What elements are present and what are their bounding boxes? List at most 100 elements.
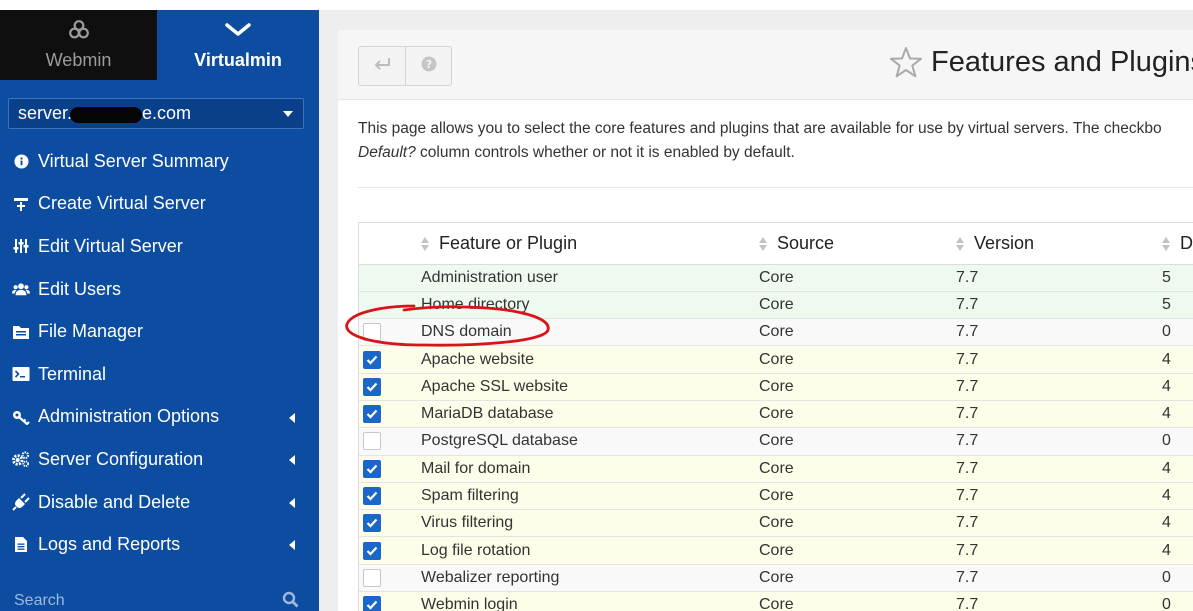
feature-name-cell: Mail for domain <box>421 455 759 483</box>
default-cell: 4 <box>1162 373 1193 401</box>
enable-checkbox[interactable] <box>363 487 381 506</box>
users-icon <box>12 280 30 298</box>
chevron-left-icon <box>289 540 295 551</box>
column-header-label: Source <box>777 232 835 253</box>
version-cell: 7.7 <box>956 264 1162 292</box>
sidebar-item-server-configuration[interactable]: Server Configuration <box>0 438 319 481</box>
table-row: Spam filtering Core 7.7 4 <box>359 482 1193 511</box>
help-button[interactable]: ? <box>405 47 451 85</box>
checkmark-icon <box>366 519 378 528</box>
top-strip <box>0 0 1193 10</box>
domain-select-suffix: e.com <box>142 103 192 123</box>
description-line-1: This page allows you to select the core … <box>358 120 1162 137</box>
sidebar-item-edit-virtual-server[interactable]: Edit Virtual Server <box>0 225 319 268</box>
column-header-label: Feature or Plugin <box>439 232 578 253</box>
table-row: Webalizer reporting Core 7.7 0 <box>359 564 1193 593</box>
search-placeholder: Search <box>14 591 65 609</box>
column-header-default[interactable]: D <box>1162 223 1193 265</box>
webmin-tab-label: Webmin <box>45 50 112 70</box>
sidebar-item-label: Virtual Server Summary <box>38 150 229 171</box>
enable-checkbox[interactable] <box>363 514 381 533</box>
sidebar-item-terminal[interactable]: Terminal <box>0 353 319 396</box>
back-button[interactable] <box>359 47 405 85</box>
checkbox-cell <box>359 536 421 565</box>
enable-checkbox[interactable] <box>363 377 381 396</box>
enable-checkbox[interactable] <box>363 568 381 587</box>
enable-checkbox[interactable] <box>363 596 381 611</box>
sidebar-item-label: Edit Virtual Server <box>38 235 183 256</box>
sidebar-search[interactable]: Search <box>0 586 319 611</box>
checkmark-icon <box>366 355 378 365</box>
source-cell: Core <box>759 482 956 511</box>
column-header-version[interactable]: Version <box>956 223 1162 265</box>
sidebar-item-virtual-server-summary[interactable]: Virtual Server Summary <box>0 140 319 183</box>
checkmark-icon <box>366 491 378 501</box>
version-cell: 7.7 <box>956 564 1162 593</box>
description-line-2-rest: column controls whether or not it is ena… <box>415 144 795 161</box>
sidebar-item-logs-and-reports[interactable]: Logs and Reports <box>0 523 319 566</box>
checkmark-icon <box>366 382 378 392</box>
sidebar-item-disable-and-delete[interactable]: Disable and Delete <box>0 481 319 524</box>
table-row: Log file rotation Core 7.7 4 <box>359 536 1193 565</box>
enable-checkbox[interactable] <box>363 405 381 424</box>
version-cell: 7.7 <box>956 345 1162 374</box>
checkbox-cell <box>359 400 421 429</box>
version-cell: 7.7 <box>956 318 1162 347</box>
version-cell: 7.7 <box>956 509 1162 538</box>
enable-checkbox[interactable] <box>363 432 381 451</box>
page-description: This page allows you to select the core … <box>358 117 1193 165</box>
source-cell: Core <box>759 427 956 456</box>
webmin-tab[interactable]: Webmin <box>0 10 157 80</box>
source-cell: Core <box>759 291 956 320</box>
default-cell: 0 <box>1162 591 1193 611</box>
help-icon: ? <box>421 56 437 77</box>
source-cell: Core <box>759 536 956 565</box>
feature-name-cell: MariaDB database <box>421 400 759 429</box>
enable-checkbox[interactable] <box>363 541 381 560</box>
features-table: Feature or Plugin Source Version D Admin… <box>359 223 1193 611</box>
default-cell: 4 <box>1162 509 1193 538</box>
table-header-row: Feature or Plugin Source Version D <box>359 223 1193 265</box>
source-cell: Core <box>759 564 956 593</box>
sidebar-item-create-virtual-server[interactable]: Create Virtual Server <box>0 183 319 226</box>
sidebar-item-edit-users[interactable]: Edit Users <box>0 268 319 311</box>
domain-select[interactable]: server. e.com <box>8 98 304 129</box>
checkbox-cell <box>359 455 421 483</box>
checkmark-icon <box>366 546 378 556</box>
sort-icon <box>759 237 767 251</box>
chevron-left-icon <box>289 497 295 508</box>
feature-name-cell: Virus filtering <box>421 509 759 538</box>
source-cell: Core <box>759 373 956 401</box>
source-cell: Core <box>759 400 956 429</box>
sidebar-item-file-manager[interactable]: File Manager <box>0 310 319 353</box>
chevron-left-icon <box>289 412 295 423</box>
sidebar-item-label: Administration Options <box>38 406 220 427</box>
enable-checkbox[interactable] <box>363 459 381 478</box>
virtualmin-tab-label: Virtualmin <box>194 50 282 70</box>
column-header-feature[interactable]: Feature or Plugin <box>421 223 759 265</box>
source-cell: Core <box>759 509 956 538</box>
checkbox-cell <box>359 345 421 374</box>
checkmark-icon <box>366 409 378 419</box>
default-column-name: Default? <box>358 144 416 161</box>
sidebar-item-label: File Manager <box>38 321 144 342</box>
enable-checkbox[interactable] <box>363 350 381 369</box>
table-row: Webmin login Core 7.7 0 <box>359 591 1193 611</box>
sidebar-item-label: Disable and Delete <box>38 491 191 512</box>
version-cell: 7.7 <box>956 373 1162 401</box>
page-title: Features and Plugins <box>931 46 1193 78</box>
sidebar-item-label: Logs and Reports <box>38 534 181 555</box>
source-cell: Core <box>759 264 956 292</box>
virtualmin-logo-icon <box>225 18 251 42</box>
column-header-source[interactable]: Source <box>759 223 956 265</box>
table-row: PostgreSQL database Core 7.7 0 <box>359 427 1193 456</box>
table-row: Virus filtering Core 7.7 4 <box>359 509 1193 538</box>
divider <box>358 187 1193 188</box>
virtualmin-tab[interactable]: Virtualmin <box>157 10 319 80</box>
default-cell: 4 <box>1162 482 1193 511</box>
terminal-icon <box>12 365 30 383</box>
star-icon[interactable] <box>889 46 923 83</box>
source-cell: Core <box>759 455 956 483</box>
checkbox-cell <box>359 264 421 292</box>
sidebar-item-administration-options[interactable]: Administration Options <box>0 396 319 439</box>
